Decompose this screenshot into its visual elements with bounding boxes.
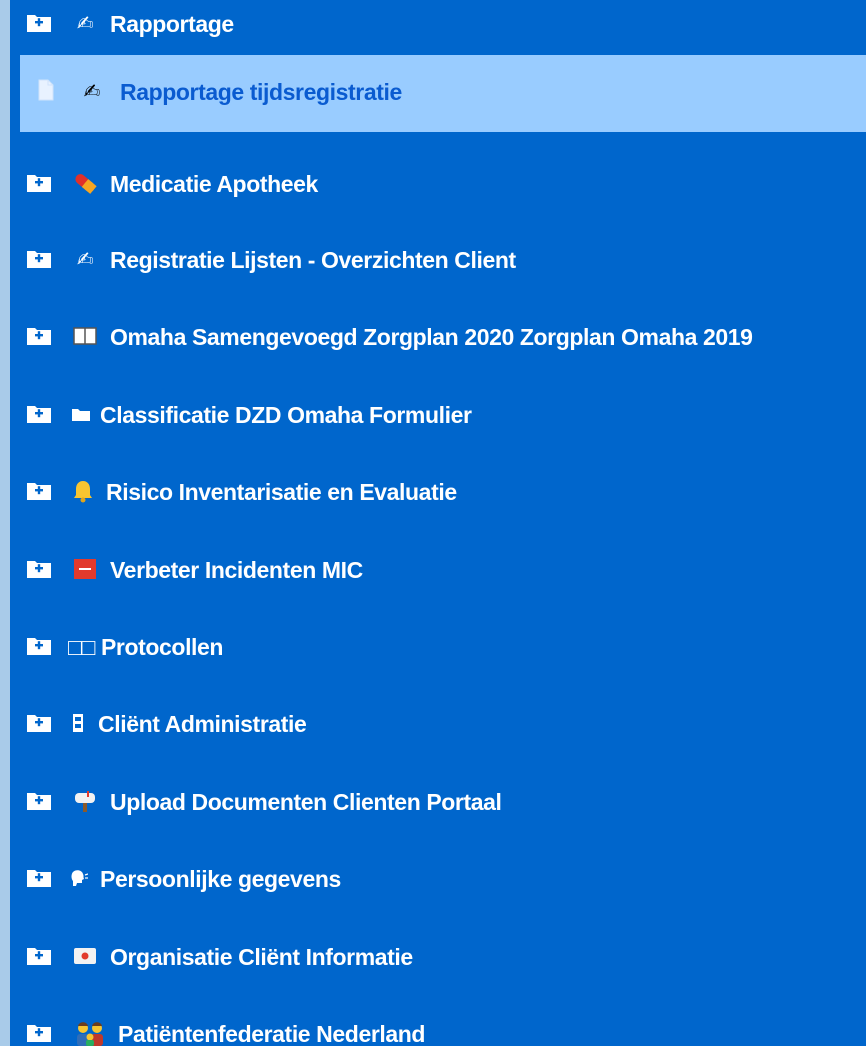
tree-node-label: Cliënt Administratie <box>98 711 307 737</box>
tree-node-verbeter-incidenten[interactable]: Verbeter Incidenten MIC <box>10 549 866 589</box>
folder-plus-icon[interactable] <box>27 1023 51 1042</box>
folder-plus-icon[interactable] <box>27 636 51 655</box>
tree-child-label: Rapportage tijdsregistratie <box>120 79 402 105</box>
tree-node-label: Organisatie Cliënt Informatie <box>110 944 413 970</box>
tree-panel: ✍ Rapportage ✍ Rapportage tijdsregistrat… <box>10 0 866 1046</box>
folder-plus-icon[interactable] <box>27 173 51 192</box>
tree-node-label: Patiëntenfederatie Nederland <box>118 1021 426 1046</box>
tree-node-organisatie-client-informatie[interactable]: Organisatie Cliënt Informatie <box>10 936 866 976</box>
tree-node-omaha-zorgplan[interactable]: Omaha Samengevoegd Zorgplan 2020 Zorgpla… <box>10 316 866 356</box>
tree-node-label: Classificatie DZD Omaha Formulier <box>100 402 472 428</box>
mailbox-icon <box>72 788 98 814</box>
tree-node-patientenfederatie[interactable]: Patiëntenfederatie Nederland <box>10 1013 866 1046</box>
writing-hand-icon: ✍ <box>76 248 94 271</box>
tree-node-medicatie-apotheek[interactable]: Medicatie Apotheek <box>10 163 866 203</box>
writing-hand-icon: ✍ <box>83 80 101 103</box>
cabinet-icon <box>68 710 88 736</box>
tree-node-label: Omaha Samengevoegd Zorgplan 2020 Zorgpla… <box>110 324 753 350</box>
folder-icon <box>70 401 92 427</box>
tree-node-protocollen[interactable]: □□ Protocollen <box>10 626 866 666</box>
sos-icon <box>72 556 98 582</box>
tree-node-label: Registratie Lijsten - Overzichten Client <box>110 247 516 273</box>
tree-node-label: Risico Inventarisatie en Evaluatie <box>106 479 457 505</box>
id-card-icon <box>72 943 98 969</box>
tree-node-persoonlijke-gegevens[interactable]: Persoonlijke gegevens <box>10 858 866 898</box>
family-icon <box>74 1020 106 1046</box>
tree-node-classificatie-dzd[interactable]: Classificatie DZD Omaha Formulier <box>10 394 866 434</box>
bell-icon <box>70 478 96 504</box>
tree-node-label: Upload Documenten Clienten Portaal <box>110 789 502 815</box>
tree-node-label: Rapportage <box>110 11 234 37</box>
folder-plus-icon[interactable] <box>27 404 51 423</box>
folder-plus-icon[interactable] <box>27 481 51 500</box>
tree-node-label: Medicatie Apotheek <box>110 171 318 197</box>
tree-node-label: □□ Protocollen <box>68 634 224 660</box>
tree-child-rapportage-tijdsregistratie[interactable]: ✍ Rapportage tijdsregistratie <box>20 55 866 132</box>
folder-plus-icon[interactable] <box>27 868 51 887</box>
tree-node-label: Persoonlijke gegevens <box>100 866 341 892</box>
folder-plus-icon[interactable] <box>27 249 51 268</box>
tree-node-upload-documenten[interactable]: Upload Documenten Clienten Portaal <box>10 781 866 821</box>
folder-plus-icon[interactable] <box>27 559 51 578</box>
tree-node-rapportage[interactable]: ✍ Rapportage <box>10 3 866 43</box>
tree-node-risico-inventarisatie[interactable]: Risico Inventarisatie en Evaluatie <box>10 471 866 511</box>
tree-node-client-administratie[interactable]: Cliënt Administratie <box>10 703 866 743</box>
writing-hand-icon: ✍ <box>76 12 94 35</box>
folder-plus-icon[interactable] <box>27 946 51 965</box>
folder-plus-icon[interactable] <box>27 713 51 732</box>
tree-node-registratie-lijsten[interactable]: ✍ Registratie Lijsten - Overzichten Clie… <box>10 239 866 279</box>
speaking-head-icon <box>68 865 90 891</box>
pill-icon <box>72 170 98 196</box>
file-icon <box>38 79 54 101</box>
folder-plus-icon[interactable] <box>27 326 51 345</box>
folder-plus-icon[interactable] <box>27 791 51 810</box>
book-icon <box>72 323 98 349</box>
tree-node-label: Verbeter Incidenten MIC <box>110 557 363 583</box>
folder-plus-icon[interactable] <box>27 13 51 32</box>
